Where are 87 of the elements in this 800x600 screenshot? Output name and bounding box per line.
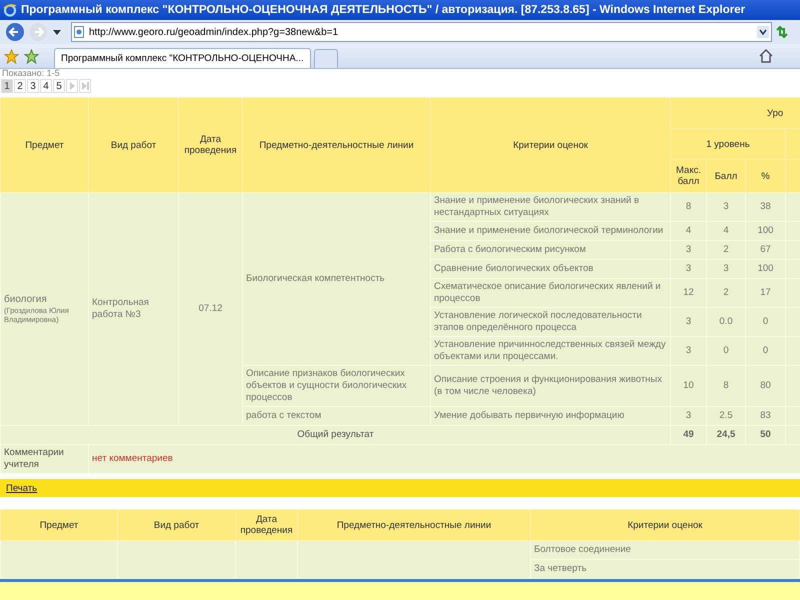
page-button[interactable]: 3 <box>27 79 39 93</box>
criterion-cell: Установление логической последовательности этапов определённого процесса <box>430 308 670 336</box>
activity-line-cell: Описание признаков биологических объектов и сущности биологических процессов <box>242 366 430 406</box>
max-score-cell: 12 <box>670 278 706 308</box>
percent-cell: 0 <box>746 336 786 366</box>
new-tab-button[interactable] <box>314 49 338 68</box>
column-header: Вид работ <box>118 510 236 540</box>
shown-count: Показано: 1-5 <box>1 69 61 77</box>
print-link[interactable]: Печать <box>6 482 38 494</box>
activity-line-cell: Биологическая компетентность <box>242 192 430 366</box>
column-header: Вид работ <box>88 98 178 192</box>
score-cell: 2 <box>706 278 746 308</box>
score-cell: 2.5 <box>706 406 746 426</box>
score-cell: 0 <box>706 336 746 366</box>
dropdown-caret-icon[interactable] <box>53 30 61 34</box>
criterion-cell: Схематическое описание биологических явлений и процессов <box>430 278 670 308</box>
percent-cell: 0 <box>746 308 786 336</box>
percent-cell: 100 <box>746 222 786 240</box>
score-cell: 0.0 <box>706 308 746 336</box>
max-score-cell: 3 <box>670 240 706 260</box>
total-max-cell: 49 <box>670 426 706 444</box>
column-header: Предмет <box>0 98 88 192</box>
page-icon <box>74 26 84 38</box>
score-cell: 3 <box>706 192 746 222</box>
column-group-header: Уро <box>670 98 800 128</box>
column-header: Дата проведения <box>178 98 242 192</box>
criterion-cell: Знание и применение биологической терминологии <box>430 222 670 240</box>
dropdown-caret-icon[interactable] <box>757 26 769 38</box>
refresh-icon[interactable] <box>774 24 790 40</box>
next-page-icon[interactable] <box>66 79 78 93</box>
column-header: Дата проведения <box>236 510 298 540</box>
column-header: Предметно-деятельностные линии <box>242 98 430 192</box>
back-button[interactable] <box>4 22 25 42</box>
date-cell: 07.12 <box>198 303 222 314</box>
browser-tab[interactable]: Программный комплекс "КОНТРОЛЬНО-ОЦЕНОЧНА... <box>54 48 311 68</box>
criterion-cell: Сравнение биологических объектов <box>430 260 670 278</box>
score-cell: 4 <box>706 222 746 240</box>
column-header: Предмет <box>0 510 118 540</box>
score-cell: 2 <box>706 240 746 260</box>
page-button[interactable]: 5 <box>53 79 65 93</box>
percent-cell: 83 <box>746 406 786 426</box>
max-score-cell: 3 <box>670 336 706 366</box>
max-score-cell: 3 <box>670 308 706 336</box>
column-header: Макс. балл <box>670 160 706 192</box>
criterion-cell: За четверть <box>530 560 800 578</box>
comment-value: нет комментариев <box>88 444 800 474</box>
browser-logo-icon <box>3 3 17 17</box>
criterion-cell: Установление причинноследственных связей между объектами или процессами. <box>430 336 670 366</box>
criterion-cell: Работа с биологическим рисунком <box>430 240 670 260</box>
page-button[interactable]: 2 <box>14 79 26 93</box>
column-header: Критерии оценок <box>530 510 800 540</box>
window-title: Программный комплекс "КОНТРОЛЬНО-ОЦЕНОЧНАЯ ДЕЯТЕЛЬНОСТЬ" / авторизация. [87.253.8.65] - Windows Internet Explorer <box>21 4 746 16</box>
max-score-cell: 3 <box>670 260 706 278</box>
total-label: Общий результат <box>0 426 670 444</box>
activity-line-cell: работа с текстом <box>242 406 430 426</box>
add-favorite-icon[interactable] <box>24 49 39 64</box>
total-percent-cell: 50 <box>746 426 786 444</box>
column-header: % <box>746 160 786 192</box>
max-score-cell: 8 <box>670 192 706 222</box>
column-header: Предметно-деятельностные линии <box>298 510 530 540</box>
work-type-cell: Контрольная работа №3 <box>92 297 149 320</box>
home-icon[interactable] <box>758 48 774 64</box>
max-score-cell: 10 <box>670 366 706 406</box>
percent-cell: 38 <box>746 192 786 222</box>
score-cell: 3 <box>706 260 746 278</box>
percent-cell: 100 <box>746 260 786 278</box>
column-header: Балл <box>706 160 746 192</box>
last-page-icon[interactable] <box>79 79 91 93</box>
comment-label: Комментарии учителя <box>0 444 88 474</box>
page-button[interactable]: 1 <box>1 79 13 93</box>
percent-cell: 67 <box>746 240 786 260</box>
subject-name: биология <box>4 294 48 306</box>
page-button[interactable]: 4 <box>40 79 52 93</box>
max-score-cell: 4 <box>670 222 706 240</box>
criterion-cell: Знание и применение биологических знаний в нестандартных ситуациях <box>430 192 670 222</box>
max-score-cell: 3 <box>670 406 706 426</box>
criterion-cell: Описание строения и функционирования животных (в том числе человека) <box>430 366 670 406</box>
address-field[interactable]: http://www.georo.ru/geoadmin/index.php?g=38new&b=1 <box>71 22 772 42</box>
criterion-cell: Болтовое соединение <box>530 540 800 560</box>
criterion-cell: Умение добывать первичную информацию <box>430 406 670 426</box>
score-cell: 8 <box>706 366 746 406</box>
total-score-cell: 24,5 <box>706 426 746 444</box>
column-group-header: 1 уровень <box>670 128 786 160</box>
favorites-star-icon[interactable] <box>4 49 19 64</box>
percent-cell: 80 <box>746 366 786 406</box>
column-header: Критерии оценок <box>430 98 670 192</box>
percent-cell: 17 <box>746 278 786 308</box>
